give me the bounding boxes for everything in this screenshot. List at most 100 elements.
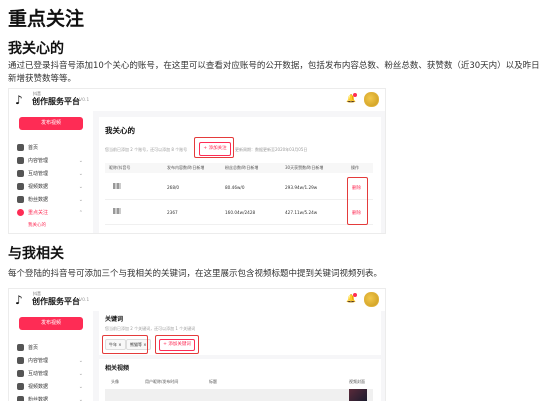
content-icon xyxy=(17,357,24,364)
column-header: 标题 xyxy=(209,379,217,384)
sidebar-item-home[interactable]: 首页 xyxy=(17,343,89,353)
sidebar-item-label: 首页 xyxy=(28,345,39,351)
avatar[interactable] xyxy=(364,92,379,107)
chevron-down-icon: ⌄ xyxy=(78,397,83,401)
highlight-add-button xyxy=(194,137,234,158)
home-icon xyxy=(17,344,24,351)
chart-icon xyxy=(17,383,24,390)
target-icon xyxy=(17,209,24,216)
sidebar-item-fans-data[interactable]: 粉丝数据 ⌄ xyxy=(17,395,89,401)
main-panel: 我关心的 您当前已添加 2 个账号，还可以添加 8 个账号 + 添加关注 更新周… xyxy=(99,117,381,233)
douyin-logo-icon: ♪ xyxy=(15,293,23,307)
column-header: 头像 xyxy=(111,379,119,384)
section2-paragraph: 每个登陆的抖音号可添加三个与我相关的关键词，在这里展示包含视频标题中提到关键词视… xyxy=(8,269,383,279)
screenshot-related-keywords: ♪ 抖音 创作服务平台 V0.1 🔔 发布视频 首页 内容管理 ⌄ 互动管理 ⌄ 视… xyxy=(8,288,386,401)
section-title: 相关视频 xyxy=(105,365,130,372)
sidebar-item-home[interactable]: 首页 xyxy=(17,143,89,153)
column-header: 操作 xyxy=(351,165,359,170)
keyword-panel: 关键词 您当前已添加 2 个关键词，还可以添加 1 个关键词 牛年 × 熊猫等 … xyxy=(99,311,381,355)
version-badge: V0.1 xyxy=(79,298,90,303)
chevron-down-icon: ⌄ xyxy=(78,358,83,364)
sidebar-item-interaction[interactable]: 互动管理 ⌄ xyxy=(17,169,89,179)
sidebar-item-label: 视频数据 xyxy=(28,384,49,390)
sidebar-item-label: 粉丝数据 xyxy=(28,397,49,401)
table-header: 昵称/抖音号 发布内容数/昨日新增 粉丝总数/昨日新增 30天获赞数/昨日新增 … xyxy=(105,163,373,173)
app-topbar: ♪ 抖音 创作服务平台 V0.1 🔔 xyxy=(9,289,385,311)
highlight-tags xyxy=(102,335,148,354)
users-icon xyxy=(17,396,24,401)
table-row xyxy=(105,389,373,401)
brand-name: 创作服务平台 xyxy=(32,97,80,106)
brand-name: 创作服务平台 xyxy=(32,297,80,306)
avatar xyxy=(113,183,121,189)
posts-cell: 2367 xyxy=(167,210,178,215)
avatar[interactable] xyxy=(364,292,379,307)
content-icon xyxy=(17,157,24,164)
sidebar-item-label: 互动管理 xyxy=(28,171,49,177)
posts-cell: 268/0 xyxy=(167,185,180,190)
quota-text: 您当前已添加 2 个账号，还可以添加 8 个账号 xyxy=(105,147,188,152)
related-videos-panel: 相关视频 头像 用户昵称/发布时间 标题 视频封面 xyxy=(99,359,381,401)
column-header: 昵称/抖音号 xyxy=(109,165,131,170)
avatar xyxy=(113,208,121,214)
sidebar-item-content[interactable]: 内容管理 ⌄ xyxy=(17,156,89,166)
sidebar-item-fans-data[interactable]: 粉丝数据 ⌄ xyxy=(17,195,89,205)
highlight-delete-column xyxy=(347,177,368,225)
section1-paragraph: 通过已登录抖音号添加10个关心的账号，在这里可以查看对应账号的公开数据，包括发布… xyxy=(8,61,540,84)
sidebar-item-label: 内容管理 xyxy=(28,358,49,364)
table-header: 头像 用户昵称/发布时间 标题 视频封面 xyxy=(105,377,373,387)
quota-text: 您当前已添加 2 个关键词，还可以添加 1 个关键词 xyxy=(105,326,196,331)
chevron-down-icon: ⌄ xyxy=(78,171,83,177)
table-row: 2367 160.04w/2428 427.11w/5.24w 删除 xyxy=(105,200,373,225)
fans-cell: 80.46w/0 xyxy=(225,185,245,190)
section1-title: 我关心的 xyxy=(8,41,64,57)
column-header: 30天获赞数/昨日新增 xyxy=(285,165,324,170)
table-row: 268/0 80.46w/0 293.94w/1.29w 删除 xyxy=(105,175,373,200)
sidebar-subitem-my-follows[interactable]: 我关心的 xyxy=(28,222,46,228)
sidebar-item-label: 粉丝数据 xyxy=(28,197,49,203)
column-header: 视频封面 xyxy=(349,379,365,384)
sidebar-item-label: 内容管理 xyxy=(28,158,49,164)
sidebar: 发布视频 首页 内容管理 ⌄ 互动管理 ⌄ 视频数据 ⌄ 粉丝数据 ⌄ 重点关注 ⌃ 我关… xyxy=(9,111,93,233)
chevron-down-icon: ⌄ xyxy=(78,371,83,377)
sidebar-item-label: 首页 xyxy=(28,145,39,151)
publish-video-button[interactable]: 发布视频 xyxy=(19,317,83,330)
sidebar-item-video-data[interactable]: 视频数据 ⌄ xyxy=(17,382,89,392)
screenshot-my-follows: ♪ 抖音 创作服务平台 V0.1 🔔 发布视频 首页 内容管理 ⌄ 互动管理 ⌄ 视… xyxy=(8,88,386,234)
update-cycle-text: 更新周期：数据更新至2020年03月05日 xyxy=(235,147,308,152)
notification-dot xyxy=(353,293,357,297)
sidebar-item-content[interactable]: 内容管理 ⌄ xyxy=(17,356,89,366)
version-badge: V0.1 xyxy=(79,98,90,103)
home-icon xyxy=(17,144,24,151)
page-title: 重点关注 xyxy=(8,8,85,30)
sidebar-item-video-data[interactable]: 视频数据 ⌄ xyxy=(17,182,89,192)
sidebar-item-interaction[interactable]: 互动管理 ⌄ xyxy=(17,369,89,379)
likes-cell: 293.94w/1.29w xyxy=(285,185,318,190)
sidebar-item-label: 重点关注 xyxy=(28,210,49,216)
interaction-icon xyxy=(17,170,24,177)
chevron-down-icon: ⌄ xyxy=(78,158,83,164)
likes-cell: 427.11w/5.24w xyxy=(285,210,318,215)
panel-title: 关键词 xyxy=(105,316,124,323)
notification-dot xyxy=(353,93,357,97)
publish-video-button[interactable]: 发布视频 xyxy=(19,117,83,130)
sidebar-item-focus[interactable]: 重点关注 ⌃ xyxy=(17,208,89,218)
fans-cell: 160.04w/2428 xyxy=(225,210,256,215)
app-topbar: ♪ 抖音 创作服务平台 V0.1 🔔 xyxy=(9,89,385,111)
video-cover-thumbnail xyxy=(349,389,367,401)
sidebar-item-label: 互动管理 xyxy=(28,371,49,377)
interaction-icon xyxy=(17,370,24,377)
chart-icon xyxy=(17,183,24,190)
chevron-down-icon: ⌄ xyxy=(78,184,83,190)
column-header: 用户昵称/发布时间 xyxy=(145,379,179,384)
column-header: 粉丝总数/昨日新增 xyxy=(225,165,259,170)
users-icon xyxy=(17,196,24,203)
chevron-up-icon: ⌃ xyxy=(78,210,83,216)
chevron-down-icon: ⌄ xyxy=(78,384,83,390)
sidebar: 发布视频 首页 内容管理 ⌄ 互动管理 ⌄ 视频数据 ⌄ 粉丝数据 ⌄ xyxy=(9,311,93,401)
chevron-down-icon: ⌄ xyxy=(78,197,83,203)
section2-title: 与我相关 xyxy=(8,246,64,262)
highlight-add-keyword xyxy=(155,335,199,354)
sidebar-item-label: 视频数据 xyxy=(28,184,49,190)
douyin-logo-icon: ♪ xyxy=(15,93,23,107)
